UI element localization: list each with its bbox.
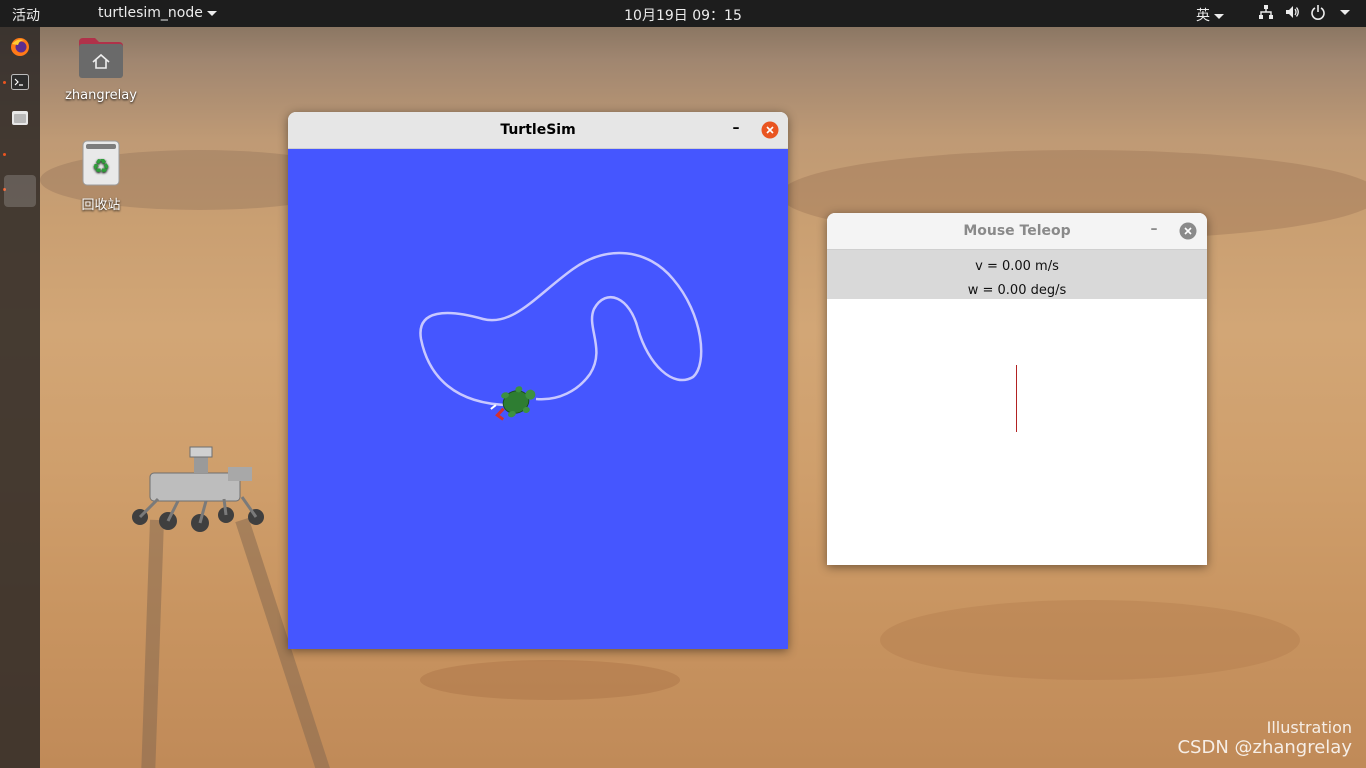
trash-label: 回收站 — [81, 198, 121, 213]
watermark-line2: CSDN @zhangrelay — [1177, 737, 1352, 758]
window-title: TurtleSim — [500, 122, 576, 138]
turtlesim-window[interactable]: TurtleSim – — [288, 112, 788, 649]
running-indicator — [3, 153, 6, 156]
velocity-readout: v = 0.00 m/s w = 0.00 deg/s — [827, 250, 1207, 299]
crater-shape — [420, 660, 680, 700]
dock-files[interactable] — [4, 102, 36, 134]
top-bar: 活动 turtlesim_node 10月19日 09：15 英 — [0, 0, 1366, 27]
dock-active-window[interactable] — [4, 175, 36, 207]
linear-velocity-label: v = 0.00 m/s — [975, 259, 1059, 274]
mouse-teleop-window[interactable]: Mouse Teleop – v = 0.00 m/s w = 0.00 deg… — [827, 213, 1207, 565]
chevron-down-icon — [1214, 13, 1224, 19]
minimize-button[interactable]: – — [1145, 221, 1163, 239]
system-tray[interactable] — [1258, 4, 1350, 20]
watermark: Illustration CSDN @zhangrelay — [1177, 718, 1352, 758]
desktop-home-folder[interactable]: zhangrelay — [56, 36, 146, 103]
close-icon[interactable] — [761, 121, 779, 139]
turtlesim-canvas[interactable] — [288, 149, 788, 649]
files-icon — [12, 111, 28, 125]
rover-track — [140, 519, 164, 768]
trash-icon: ♻ — [82, 140, 120, 186]
turtlesim-titlebar[interactable]: TurtleSim – — [288, 112, 788, 149]
terminal-icon — [11, 74, 29, 90]
turtle-trail — [419, 251, 703, 407]
minimize-button[interactable]: – — [727, 120, 745, 138]
watermark-line1: Illustration — [1266, 718, 1352, 737]
teleop-titlebar[interactable]: Mouse Teleop – — [827, 213, 1207, 250]
turtle-path-drawing — [419, 251, 703, 421]
rover-image — [132, 446, 264, 532]
volume-icon — [1286, 6, 1299, 18]
svg-text:♻: ♻ — [92, 154, 110, 178]
network-icon — [1259, 5, 1273, 19]
home-folder-label: zhangrelay — [65, 88, 137, 103]
power-icon — [1311, 5, 1325, 20]
chevron-down-icon — [1340, 9, 1350, 15]
dock-firefox[interactable] — [4, 31, 36, 63]
teleop-mouse-pad[interactable] — [827, 299, 1207, 565]
desktop-trash[interactable]: ♻ 回收站 — [56, 140, 146, 213]
firefox-icon — [11, 38, 29, 56]
input-method-label: 英 — [1196, 8, 1210, 24]
dune-shape — [880, 600, 1300, 680]
input-method-button[interactable]: 英 — [1196, 5, 1224, 25]
turtle-sprite — [490, 386, 536, 421]
home-folder-icon — [79, 38, 123, 78]
close-icon[interactable] — [1179, 222, 1197, 240]
dock — [0, 27, 40, 768]
clock[interactable]: 10月19日 09：15 — [0, 5, 1366, 25]
velocity-indicator-line — [1016, 365, 1017, 432]
dock-terminal[interactable] — [4, 66, 36, 98]
